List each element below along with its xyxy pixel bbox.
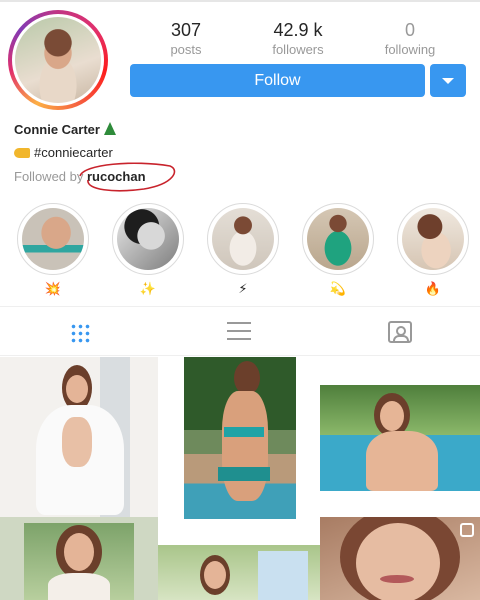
profile-name: Connie Carter [14, 122, 100, 137]
post-3[interactable] [320, 385, 480, 491]
highlight-2-emoji: ✨ [139, 281, 157, 296]
highlight-4-emoji: 💫 [329, 281, 347, 296]
highlight-4[interactable] [302, 203, 374, 275]
highlight-3-emoji: ⚡ [238, 281, 248, 296]
multiple-photos-icon [460, 523, 474, 537]
follow-button[interactable]: Follow [130, 64, 425, 97]
highlight-5[interactable] [397, 203, 469, 275]
highlight-5-emoji: 🔥 [424, 281, 442, 296]
tab-grid[interactable] [65, 318, 95, 346]
tab-tagged[interactable] [385, 318, 415, 346]
posts-label: posts [170, 42, 202, 57]
highlight-3-photo [212, 208, 274, 270]
list-icon [227, 322, 251, 342]
post-6[interactable] [320, 517, 480, 600]
followers-stat[interactable]: 42.9 k followers [253, 20, 343, 57]
tabs-divider [0, 355, 480, 356]
following-stat[interactable]: 0 following [365, 20, 455, 57]
tagged-icon [388, 321, 412, 343]
followers-label: followers [272, 42, 324, 57]
post-5[interactable] [158, 545, 320, 600]
suggestions-dropdown-button[interactable] [430, 64, 466, 97]
pointing-hand-icon [14, 148, 30, 158]
highlight-1-emoji: 💥 [44, 281, 62, 296]
highlight-1[interactable] [17, 203, 89, 275]
chevron-down-icon [442, 77, 454, 84]
avatar-photo [15, 17, 101, 103]
post-1[interactable] [0, 357, 158, 517]
post-4[interactable] [0, 517, 158, 600]
highlight-2-photo [117, 208, 179, 270]
top-divider [0, 0, 480, 2]
red-annotation-circle [79, 162, 176, 192]
posts-count: 307 [170, 20, 202, 40]
grid-icon [70, 323, 90, 343]
following-label: following [384, 42, 436, 57]
following-count: 0 [404, 20, 415, 40]
highlight-2[interactable] [112, 203, 184, 275]
highlight-3[interactable] [207, 203, 279, 275]
posts-stat: 307 posts [141, 20, 231, 57]
profile-name-line: Connie Carter [14, 122, 116, 137]
section-divider [0, 306, 480, 307]
highlight-4-photo [307, 208, 369, 270]
christmas-tree-icon [103, 122, 116, 135]
highlight-1-photo [22, 208, 84, 270]
followers-count: 42.9 k [273, 20, 323, 40]
highlight-5-photo [402, 208, 464, 270]
post-2[interactable] [158, 357, 318, 520]
followed-by-prefix: Followed by [14, 169, 84, 184]
tab-list[interactable] [225, 318, 255, 346]
profile-avatar[interactable] [8, 10, 108, 110]
